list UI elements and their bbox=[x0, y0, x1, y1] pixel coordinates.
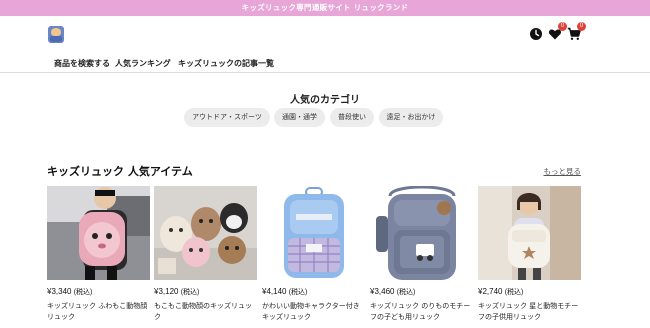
product-price: ¥4,140 (税込) bbox=[262, 287, 308, 296]
category-pill-outdoor[interactable]: アウトドア・スポーツ bbox=[184, 108, 270, 127]
favorites-count-badge: 0 bbox=[558, 22, 567, 31]
product-card[interactable]: ¥3,460 (税込) キッズリュック のりものモチーフの子ども用リュック bbox=[370, 186, 473, 323]
cart-button[interactable]: 0 bbox=[567, 22, 586, 41]
favorites-button[interactable]: 0 bbox=[548, 22, 567, 41]
product-price: ¥3,120 (税込) bbox=[154, 287, 200, 296]
product-image[interactable] bbox=[262, 186, 365, 280]
site-header: 0 0 bbox=[0, 16, 650, 54]
category-pill-outing[interactable]: 遠足・お出かけ bbox=[379, 108, 443, 127]
product-price: ¥3,460 (税込) bbox=[370, 287, 416, 296]
popular-items-title: キッズリュック 人気アイテム bbox=[47, 165, 193, 178]
product-image[interactable] bbox=[478, 186, 581, 280]
history-icon[interactable] bbox=[529, 27, 543, 41]
product-price: ¥2,740 (税込) bbox=[478, 287, 524, 296]
logo-icon[interactable] bbox=[48, 26, 64, 43]
product-image[interactable] bbox=[47, 186, 150, 280]
product-card[interactable]: ¥3,120 (税込) もこもこ動物顔のキッズリュック bbox=[154, 186, 257, 323]
main-nav: 商品を検索する 人気ランキング キッズリュックの記事一覧 bbox=[0, 54, 650, 73]
top-banner: キッズリュック専門通販サイト リュックランド bbox=[0, 0, 650, 16]
category-section-title: 人気のカテゴリ bbox=[290, 95, 360, 106]
product-card[interactable]: ¥2,740 (税込) キッズリュック 星と動物モチーフの子供用リュック bbox=[478, 186, 581, 323]
nav-item-ranking[interactable]: 人気ランキング bbox=[115, 58, 171, 69]
product-card[interactable]: ¥4,140 (税込) かわいい動物キャラクター付きキッズリュック bbox=[262, 186, 365, 323]
see-more-link[interactable]: もっと見る bbox=[544, 166, 582, 177]
nav-item-articles[interactable]: キッズリュックの記事一覧 bbox=[178, 58, 274, 69]
product-name[interactable]: キッズリュック 星と動物モチーフの子供用リュック bbox=[478, 301, 581, 323]
product-name[interactable]: もこもこ動物顔のキッズリュック bbox=[154, 301, 257, 323]
product-image[interactable] bbox=[370, 186, 473, 280]
product-card[interactable]: ¥3,340 (税込) キッズリュック ふわもこ動物顔リュック bbox=[47, 186, 150, 323]
cart-count-badge: 0 bbox=[577, 22, 586, 31]
category-pill-everyday[interactable]: 普段使い bbox=[330, 108, 374, 127]
product-name[interactable]: キッズリュック のりものモチーフの子ども用リュック bbox=[370, 301, 473, 323]
nav-item-search[interactable]: 商品を検索する bbox=[54, 58, 110, 69]
product-name[interactable]: かわいい動物キャラクター付きキッズリュック bbox=[262, 301, 365, 323]
product-name[interactable]: キッズリュック ふわもこ動物顔リュック bbox=[47, 301, 150, 323]
product-price: ¥3,340 (税込) bbox=[47, 287, 93, 296]
product-image[interactable] bbox=[154, 186, 257, 280]
category-pill-school[interactable]: 通園・通学 bbox=[274, 108, 325, 127]
